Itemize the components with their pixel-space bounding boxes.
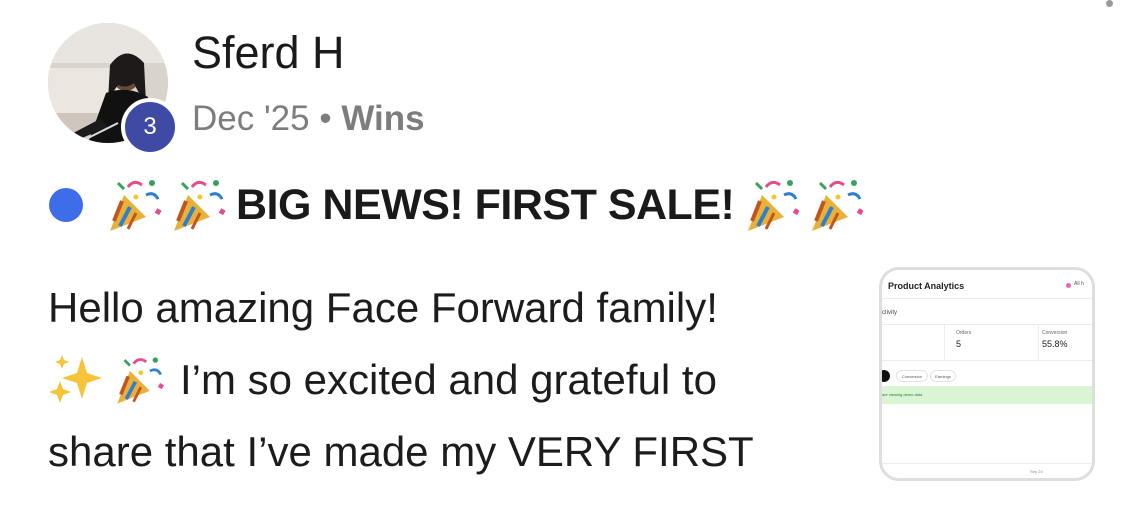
thumbnail-filter: All h (1074, 281, 1084, 287)
tab-conversion: Conversion (896, 370, 928, 382)
party-popper-icon (166, 173, 230, 237)
party-popper-icon (740, 173, 804, 237)
axis-line (882, 463, 1092, 464)
demo-banner-text: are viewing demo data (882, 392, 923, 397)
body-line: Hello amazing Face Forward family! (48, 284, 718, 331)
post-category[interactable]: Wins (341, 99, 424, 138)
metric-label: Orders (956, 330, 972, 336)
more-options-icon[interactable] (1106, 0, 1113, 7)
tab-earnings: Earnings (930, 370, 956, 382)
unread-indicator (49, 188, 83, 222)
party-popper-icon (102, 173, 166, 237)
thumbnail-title: Product Analytics (888, 281, 965, 291)
level-badge: 3 (121, 98, 179, 156)
divider (882, 360, 1092, 361)
filter-dot-icon (1066, 283, 1071, 288)
thumbnail-section-label: ctivity (882, 310, 897, 316)
body-line: share that I’ve made my VERY FIRST (48, 428, 754, 475)
post-date: Dec '25 (192, 99, 310, 138)
party-popper-icon (804, 173, 868, 237)
author-name[interactable]: Sferd H (192, 27, 345, 79)
body-line: I’m so excited and grateful to (180, 356, 717, 403)
divider (882, 298, 1092, 299)
body-line-with-emojis: I’m so excited and grateful to (48, 344, 848, 416)
divider (944, 324, 945, 360)
metric-label: Conversion (1042, 330, 1068, 336)
attachment-thumbnail[interactable]: Product Analytics All h ctivity Orders 5… (879, 267, 1095, 481)
post-meta: Dec '25 • Wins (192, 98, 425, 140)
post-body[interactable]: Hello amazing Face Forward family! I’m s… (48, 272, 848, 488)
meta-separator: • (319, 99, 332, 138)
tab-active (882, 370, 890, 382)
axis-date-label: Sep 24 (1030, 469, 1043, 474)
divider (1038, 324, 1039, 360)
divider (882, 324, 1092, 325)
post-title-row[interactable]: BIG NEWS! FIRST SALE! (102, 170, 868, 240)
post-title[interactable]: BIG NEWS! FIRST SALE! (236, 181, 735, 230)
party-popper-icon (110, 351, 168, 409)
metric-value: 55.8% (1042, 339, 1068, 349)
metric-value: 5 (956, 339, 962, 349)
sparkles-icon (48, 351, 106, 409)
